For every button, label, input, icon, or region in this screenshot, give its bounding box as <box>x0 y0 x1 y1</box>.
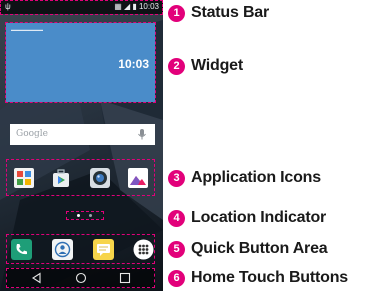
page-dot <box>89 214 92 217</box>
callout-quick-button-area: 5 Quick Button Area <box>168 238 328 260</box>
callout-number: 4 <box>168 209 185 227</box>
callout-label: Quick Button Area <box>191 240 328 257</box>
camera-icon[interactable] <box>90 168 110 188</box>
page-dot-active <box>77 214 80 217</box>
callout-label: Status Bar <box>191 4 270 21</box>
callout-label: Widget <box>191 57 243 74</box>
callout-widget: 2 Widget <box>168 55 243 77</box>
home-icon[interactable] <box>75 272 87 284</box>
callout-application-icons: 3 Application Icons <box>168 167 321 189</box>
callout-number: 3 <box>168 169 185 187</box>
callout-number: 6 <box>168 269 185 287</box>
callout-home-touch-buttons: 6 Home Touch Buttons <box>168 267 348 289</box>
contacts-icon[interactable] <box>52 239 73 260</box>
location-indicator[interactable] <box>66 211 104 220</box>
search-label: Google <box>16 129 48 139</box>
callout-number: 5 <box>168 240 185 258</box>
phone-icon[interactable] <box>11 239 32 260</box>
quick-button-area <box>6 234 155 264</box>
home-touch-buttons <box>6 268 155 288</box>
gallery-icon[interactable] <box>128 168 148 188</box>
widget-highlight <box>5 22 156 103</box>
callout-number: 2 <box>168 57 185 75</box>
play-store-icon[interactable] <box>51 168 71 188</box>
callout-status-bar: 1 Status Bar <box>168 2 269 24</box>
callout-location-indicator: 4 Location Indicator <box>168 207 326 229</box>
application-icons-area <box>6 159 155 196</box>
back-icon[interactable] <box>31 272 43 284</box>
recent-apps-icon[interactable] <box>119 272 131 284</box>
google-search-bar[interactable]: Google <box>10 124 155 145</box>
status-bar-highlight <box>0 0 163 15</box>
callout-label: Application Icons <box>191 169 321 186</box>
apps-icon[interactable] <box>133 239 154 260</box>
microphone-icon[interactable] <box>135 127 149 141</box>
callout-label: Home Touch Buttons <box>191 269 348 286</box>
app-folder-icon[interactable] <box>14 168 34 188</box>
callout-number: 1 <box>168 4 185 22</box>
messaging-icon[interactable] <box>93 239 114 260</box>
callout-label: Location Indicator <box>191 209 327 226</box>
